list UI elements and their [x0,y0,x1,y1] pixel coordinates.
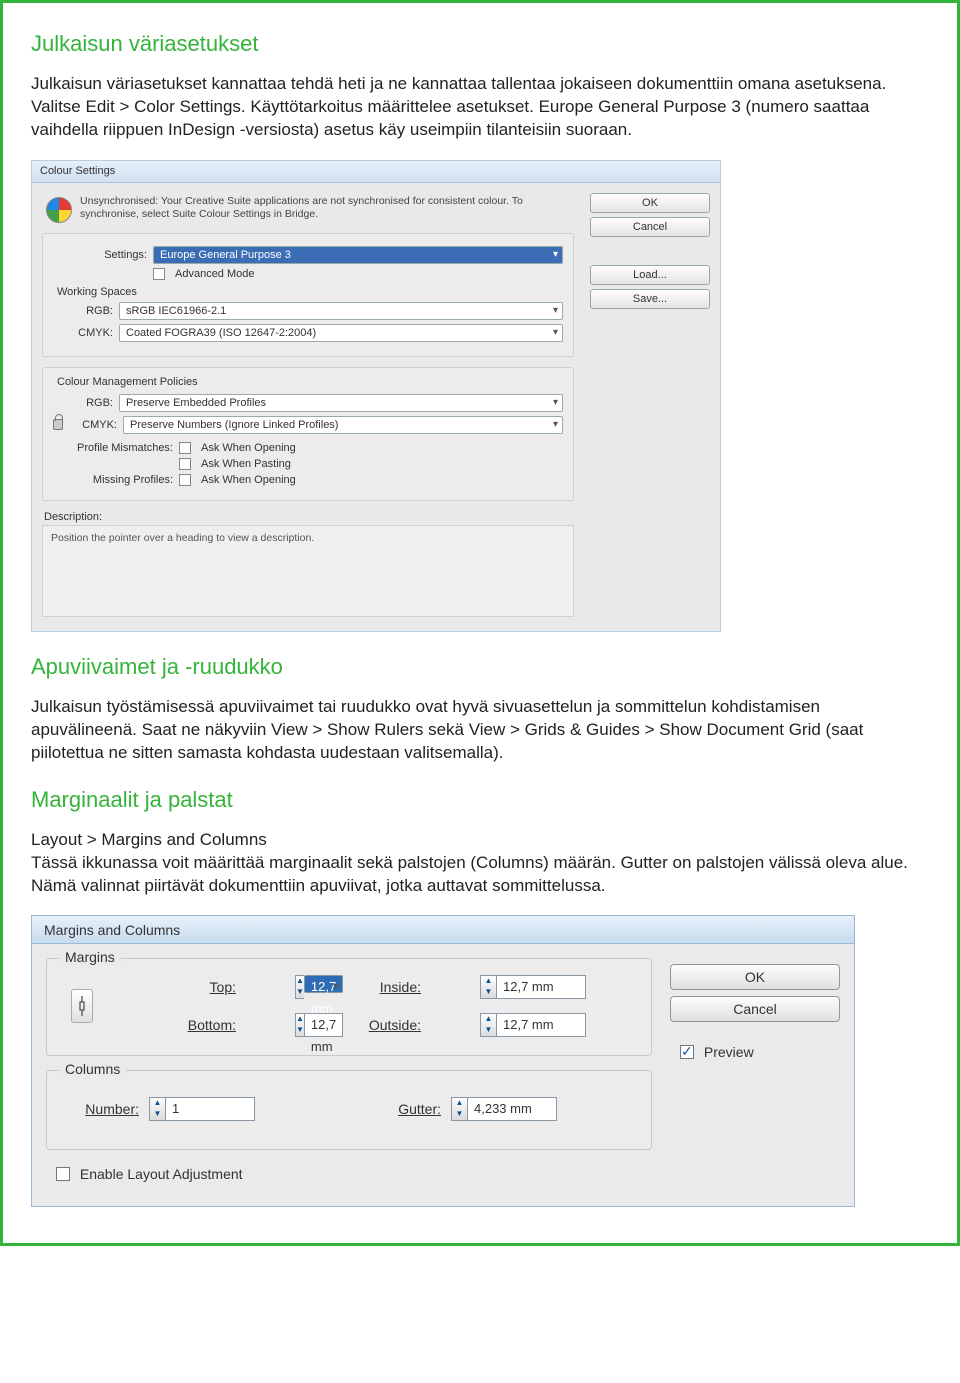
mismatch-paste-checkbox[interactable] [179,458,191,470]
sync-status-icon [46,197,72,223]
top-input[interactable]: 12,7 mm [304,975,343,993]
heading-guides-grid: Apuviivaimet ja -ruudukko [31,654,929,680]
gutter-input[interactable]: 4,233 mm [467,1097,557,1121]
margins-columns-dialog: Margins and Columns Margins Top: ▲▼ 12,7… [31,915,855,1207]
enable-layout-checkbox[interactable] [56,1167,70,1181]
colour-settings-dialog: Colour Settings Unsynchronised: Your Cre… [31,160,721,632]
outside-label: Outside: [345,1017,421,1033]
rgb-dropdown[interactable]: sRGB IEC61966-2.1 [119,302,563,320]
margins-fieldset: Margins Top: ▲▼ 12,7 mm Inside: ▲▼ 12,7 … [46,958,652,1056]
outside-input[interactable]: 12,7 mm [496,1013,586,1037]
bottom-spinner[interactable]: ▲▼ 12,7 mm [295,1013,335,1037]
cmyk-dropdown[interactable]: Coated FOGRA39 (ISO 12647-2:2004) [119,324,563,342]
columns-legend: Columns [59,1061,126,1077]
link-margins-icon[interactable] [71,989,93,1023]
advanced-mode-label: Advanced Mode [175,268,255,280]
rgb-label: RGB: [53,305,113,317]
inside-label: Inside: [345,979,421,995]
margins-legend: Margins [59,949,121,965]
missing-open-label: Ask When Opening [201,474,296,486]
lock-icon [53,419,63,430]
ok-button[interactable]: OK [670,964,840,990]
dialog-titlebar: Colour Settings [32,161,720,183]
advanced-mode-checkbox[interactable] [153,268,165,280]
inside-input[interactable]: 12,7 mm [496,975,586,999]
para-margins-columns: Layout > Margins and Columns Tässä ikkun… [31,829,929,898]
cmyk-label: CMYK: [53,327,113,339]
number-input[interactable]: 1 [165,1097,255,1121]
top-spinner[interactable]: ▲▼ 12,7 mm [295,975,335,999]
preview-checkbox[interactable] [680,1045,694,1059]
settings-dropdown[interactable]: Europe General Purpose 3 [153,246,563,264]
dialog2-titlebar: Margins and Columns [32,916,854,944]
policy-cmyk-dropdown[interactable]: Preserve Numbers (Ignore Linked Profiles… [123,416,563,434]
spinner-arrows-icon[interactable]: ▲▼ [480,975,496,999]
mismatch-open-checkbox[interactable] [179,442,191,454]
policy-rgb-dropdown[interactable]: Preserve Embedded Profiles [119,394,563,412]
enable-layout-label: Enable Layout Adjustment [80,1166,243,1182]
mismatch-paste-label: Ask When Pasting [201,458,291,470]
settings-label: Settings: [53,249,147,261]
dialog-title: Colour Settings [40,165,115,177]
enable-layout-row[interactable]: Enable Layout Adjustment [46,1164,652,1192]
inside-spinner[interactable]: ▲▼ 12,7 mm [480,975,635,999]
cancel-button[interactable]: Cancel [670,996,840,1022]
mismatch-open-label: Ask When Opening [201,442,296,454]
policies-group: Colour Management Policies RGB: Preserve… [42,367,574,501]
missing-label: Missing Profiles: [53,474,173,486]
dialog2-title: Margins and Columns [44,922,180,938]
margins-desc: Tässä ikkunassa voit määrittää marginaal… [31,853,908,895]
preview-label: Preview [704,1044,754,1060]
heading-color-settings: Julkaisun väriasetukset [31,31,929,57]
spinner-arrows-icon[interactable]: ▲▼ [451,1097,467,1121]
columns-fieldset: Columns Number: ▲▼ 1 Gutter: ▲▼ 4,233 mm [46,1070,652,1150]
policy-rgb-label: RGB: [53,397,113,409]
missing-open-checkbox[interactable] [179,474,191,486]
spinner-arrows-icon[interactable]: ▲▼ [149,1097,165,1121]
spinner-arrows-icon[interactable]: ▲▼ [480,1013,496,1037]
number-spinner[interactable]: ▲▼ 1 [149,1097,255,1121]
spinner-arrows-icon[interactable]: ▲▼ [295,975,304,999]
para-color-settings: Julkaisun väriasetukset kannattaa tehdä … [31,73,929,142]
mismatch-label: Profile Mismatches: [53,442,173,454]
gutter-label: Gutter: [365,1101,441,1117]
settings-group: Settings: Europe General Purpose 3 Advan… [42,233,574,357]
ok-button[interactable]: OK [590,193,710,213]
save-button[interactable]: Save... [590,289,710,309]
description-box: Position the pointer over a heading to v… [42,525,574,617]
number-label: Number: [63,1101,139,1117]
heading-margins-columns: Marginaalit ja palstat [31,787,929,813]
margins-intro: Layout > Margins and Columns [31,830,267,849]
spinner-arrows-icon[interactable]: ▲▼ [295,1013,304,1037]
description-label: Description: [44,511,574,523]
bottom-input[interactable]: 12,7 mm [304,1013,343,1037]
cancel-button[interactable]: Cancel [590,217,710,237]
outside-spinner[interactable]: ▲▼ 12,7 mm [480,1013,635,1037]
bottom-label: Bottom: [160,1017,236,1033]
para-guides-grid: Julkaisun työstämisessä apuviivaimet tai… [31,696,929,765]
policy-cmyk-label: CMYK: [71,419,117,431]
sync-message: Unsynchronised: Your Creative Suite appl… [80,195,570,223]
policies-label: Colour Management Policies [57,376,563,388]
preview-row[interactable]: Preview [670,1044,840,1060]
gutter-spinner[interactable]: ▲▼ 4,233 mm [451,1097,557,1121]
load-button[interactable]: Load... [590,265,710,285]
working-spaces-label: Working Spaces [57,286,563,298]
top-label: Top: [160,979,236,995]
